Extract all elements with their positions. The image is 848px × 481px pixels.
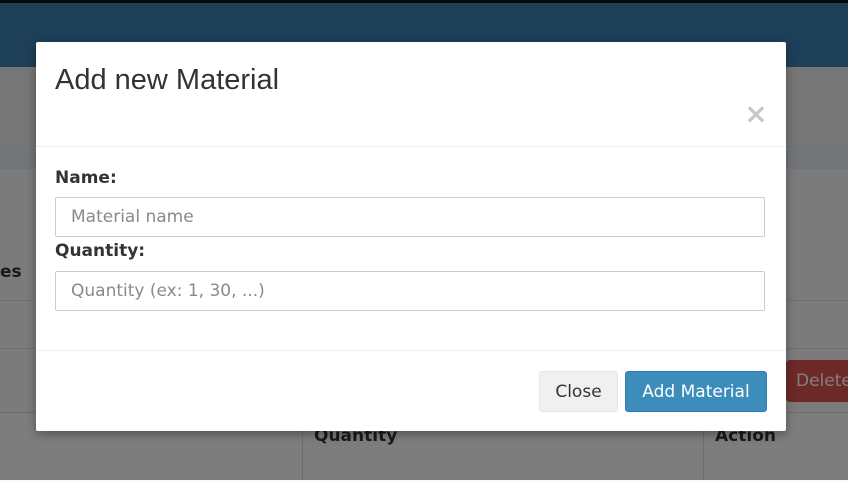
close-icon[interactable]: × [744, 100, 768, 128]
close-button[interactable]: Close [539, 371, 618, 412]
modal-body: Name: Quantity: [36, 147, 786, 350]
quantity-input[interactable] [55, 271, 765, 311]
modal-header: Add new Material × [36, 42, 786, 147]
quantity-label: Quantity: [55, 241, 146, 261]
modal-title: Add new Material [55, 64, 280, 96]
material-name-input[interactable] [55, 197, 765, 237]
name-label: Name: [55, 168, 117, 188]
add-material-modal: Add new Material × Name: Quantity: Close… [36, 42, 786, 431]
modal-footer: Close Add Material [36, 350, 786, 432]
add-material-button[interactable]: Add Material [625, 371, 767, 412]
